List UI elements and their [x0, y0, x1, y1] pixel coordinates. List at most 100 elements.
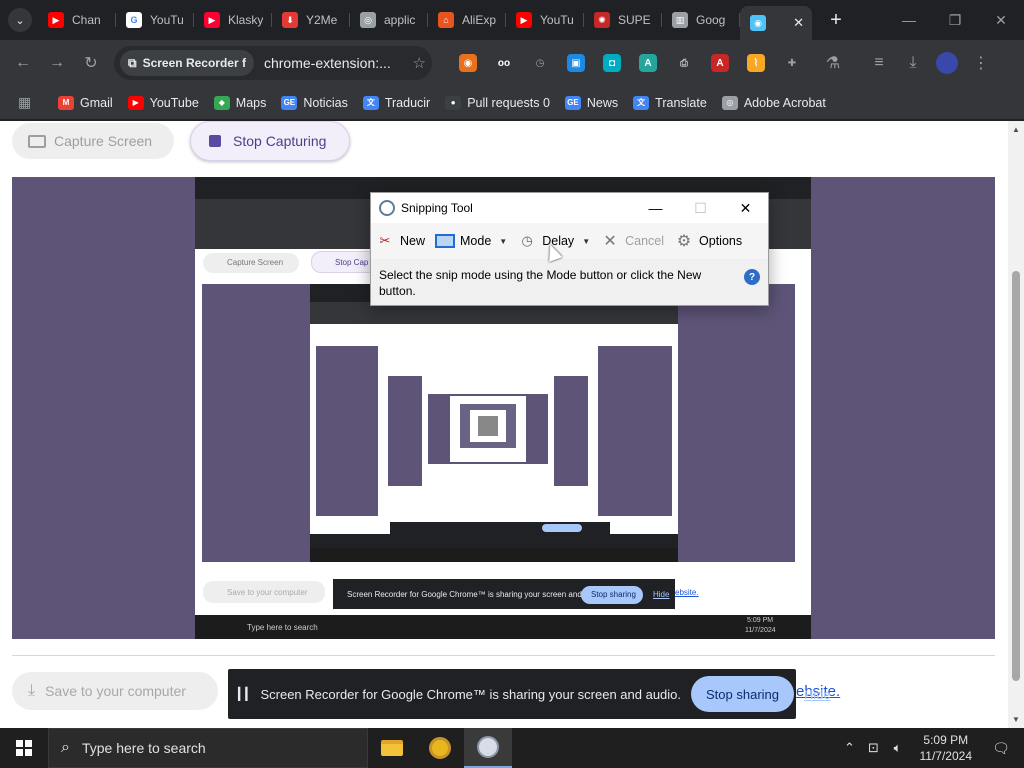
tab-4[interactable]: ◎ applic	[350, 4, 428, 36]
snip-maximize-button: ☐	[694, 199, 707, 216]
extension-list: ◉ oo ◷ ▣ ◘ A ⎙ A ⌇ ✚	[450, 47, 810, 79]
bookmark-label: Gmail	[80, 95, 113, 110]
bookmark-6[interactable]: GE News	[564, 95, 618, 110]
snip-new-button[interactable]: ✂ New	[375, 233, 425, 249]
bookmark-0[interactable]: M Gmail	[58, 95, 113, 110]
bookmark-5[interactable]: ● Pull requests 0	[445, 95, 550, 110]
url-text[interactable]: chrome-extension:...	[264, 55, 394, 71]
extension-button-3[interactable]: ▣	[558, 47, 594, 79]
bookmark-favicon-icon: ◆	[213, 95, 230, 110]
address-bar[interactable]: ⧉ Screen Recorder f chrome-extension:...…	[114, 46, 432, 80]
tab-active[interactable]: ◉ ✕	[740, 6, 812, 40]
snip-options-button[interactable]: ⚙ Options	[674, 233, 742, 250]
tab-search-button[interactable]: ⌄	[8, 8, 32, 32]
tab-1[interactable]: G YouTu	[116, 4, 194, 36]
minimize-button[interactable]: —	[886, 0, 932, 40]
bookmark-1[interactable]: ▶ YouTube	[127, 95, 199, 110]
tab-3[interactable]: ⬇ Y2Me	[272, 4, 350, 36]
new-tab-button[interactable]: +	[824, 9, 848, 32]
extension-button-4[interactable]: ◘	[594, 47, 630, 79]
close-tab-icon[interactable]: ✕	[793, 15, 804, 31]
scrollbar-thumb[interactable]	[1012, 271, 1020, 681]
bookmark-label: Traducir	[384, 95, 431, 110]
snip-close-button[interactable]: ✕	[723, 193, 768, 223]
page-scrollbar[interactable]: ▲ ▼	[1008, 121, 1024, 728]
system-tray: ⌃ ⊡ 🔈︎ 5:09 PM 11/7/2024 🗨︎	[838, 728, 1024, 768]
stop-sharing-button[interactable]: Stop sharing	[691, 676, 795, 712]
extension-button-7[interactable]: A	[702, 47, 738, 79]
hide-sharing-link[interactable]: Hide	[804, 687, 831, 702]
bookmark-favicon-icon: GE	[564, 95, 581, 110]
preview-website-link: ebsite.	[675, 588, 699, 597]
bookmark-list: M Gmail ▶ YouTube ◆ Maps GE Noticias 文 Traducir ● P…	[58, 95, 841, 110]
extension-icon: ✚	[787, 57, 797, 69]
snipping-tool-icon	[379, 200, 395, 216]
extension-button-2[interactable]: ◷	[522, 47, 558, 79]
arrow-left-icon: ←	[15, 54, 31, 71]
taskbar-clock[interactable]: 5:09 PM 11/7/2024	[920, 732, 973, 764]
extension-button-6[interactable]: ⎙	[666, 47, 702, 79]
capture-screen-label: Capture Screen	[54, 133, 153, 149]
capture-screen-button[interactable]: Capture Screen	[12, 123, 174, 159]
volume-icon[interactable]: 🔈︎	[886, 740, 910, 756]
stop-capturing-button[interactable]: Stop Capturing	[190, 121, 350, 161]
bookmark-star-icon[interactable]: ☆	[413, 54, 426, 72]
snip-new-label: New	[400, 234, 426, 248]
taskbar-chrome[interactable]	[416, 728, 464, 768]
reload-icon: ↻	[84, 55, 98, 72]
bookmark-8[interactable]: ◎ Adobe Acrobat	[721, 95, 826, 110]
tab-8[interactable]: ▥ Goog	[662, 4, 740, 36]
bookmark-label: Translate	[655, 95, 707, 110]
tab-5[interactable]: ⌂ AliExp	[428, 4, 506, 36]
restore-button[interactable]: ❐	[932, 0, 978, 40]
bookmark-label: Adobe Acrobat	[743, 95, 826, 110]
tab-favicon-icon: G	[126, 12, 142, 28]
notification-icon[interactable]: 🗨︎	[986, 740, 1016, 757]
reload-button[interactable]: ↻	[74, 46, 108, 80]
bookmark-2[interactable]: ◆ Maps	[213, 95, 266, 110]
scroll-up-icon[interactable]: ▲	[1012, 125, 1020, 134]
menu-kebab-icon[interactable]: ⋮	[964, 46, 998, 80]
bookmark-3[interactable]: GE Noticias	[281, 95, 348, 110]
start-button[interactable]	[0, 728, 48, 768]
back-button[interactable]: ←	[6, 46, 40, 80]
tab-0[interactable]: ▶ Chan	[38, 4, 116, 36]
taskbar-search-box[interactable]: ⌕ Type here to search	[48, 728, 368, 768]
bookmark-favicon-icon: GE	[281, 95, 298, 110]
taskbar-time: 5:09 PM	[923, 733, 969, 747]
taskbar-file-explorer[interactable]	[368, 728, 416, 768]
extension-button-8[interactable]: ⌇	[738, 47, 774, 79]
help-icon[interactable]: ?	[744, 269, 760, 285]
extension-button-1[interactable]: oo	[486, 47, 522, 79]
snip-mode-button[interactable]: Mode ▼	[435, 233, 507, 249]
extension-button-5[interactable]: A	[630, 47, 666, 79]
tab-label: Goog	[696, 13, 726, 27]
taskbar-snipping-tool[interactable]	[464, 728, 512, 768]
apps-grid-icon[interactable]: ▦	[18, 94, 40, 111]
arrow-right-icon: →	[49, 54, 65, 71]
download-icon[interactable]: ⤓	[896, 46, 930, 80]
delay-caret-icon[interactable]: ▼	[582, 237, 590, 246]
snipping-tool-taskbar-icon	[477, 736, 499, 758]
media-queue-icon[interactable]: ≡	[862, 46, 896, 80]
bookmark-favicon-icon: ▶	[127, 95, 144, 110]
extension-button-0[interactable]: ◉	[450, 47, 486, 79]
tab-6[interactable]: ▶ YouTu	[506, 4, 584, 36]
snip-minimize-button[interactable]: —	[633, 193, 678, 223]
bookmark-7[interactable]: 文 Translate	[633, 95, 707, 110]
forward-button[interactable]: →	[40, 46, 74, 80]
tab-7[interactable]: ✺ SUPE	[584, 4, 662, 36]
bookmark-4[interactable]: 文 Traducir	[362, 95, 431, 110]
mode-caret-icon[interactable]: ▼	[499, 237, 507, 246]
network-icon[interactable]: ⊡	[862, 740, 886, 756]
extension-button-9[interactable]: ✚	[774, 47, 810, 79]
save-to-computer-button[interactable]: ⤓ Save to your computer	[12, 672, 218, 710]
window-close-button[interactable]: ✕	[978, 0, 1024, 40]
tab-2[interactable]: ▶ Klasky	[194, 4, 272, 36]
chevron-up-icon[interactable]: ⌃	[838, 740, 862, 756]
labs-icon[interactable]: ⚗	[816, 46, 850, 80]
screen-recorder-icon: ◉	[750, 15, 766, 31]
extension-chip[interactable]: ⧉ Screen Recorder f	[120, 50, 254, 76]
profile-avatar[interactable]	[930, 46, 964, 80]
scroll-down-icon[interactable]: ▼	[1012, 715, 1020, 724]
